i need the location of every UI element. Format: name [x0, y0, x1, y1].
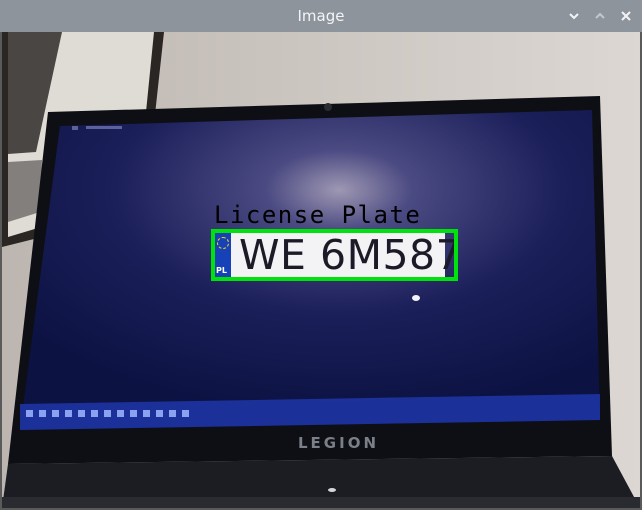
image-canvas: License Plate PL WE 6M587 LEGION: [2, 32, 640, 508]
chevron-down-icon: [569, 13, 579, 20]
title-bar[interactable]: Image: [0, 0, 642, 32]
webcam: [324, 103, 332, 111]
close-icon: [621, 11, 631, 21]
detection-bounding-box: [211, 229, 458, 281]
minimize-button[interactable]: [564, 6, 584, 26]
laptop-brand: LEGION: [298, 434, 380, 452]
close-button[interactable]: [616, 6, 636, 26]
window-controls: [564, 0, 636, 32]
maximize-button[interactable]: [590, 6, 610, 26]
detection-label: License Plate: [214, 201, 422, 229]
chevron-up-icon: [595, 12, 605, 19]
window-title: Image: [297, 7, 345, 25]
taskbar-icons: [26, 410, 189, 417]
image-window: Image License Plate PL WE 6M587 LEGION: [0, 0, 642, 510]
